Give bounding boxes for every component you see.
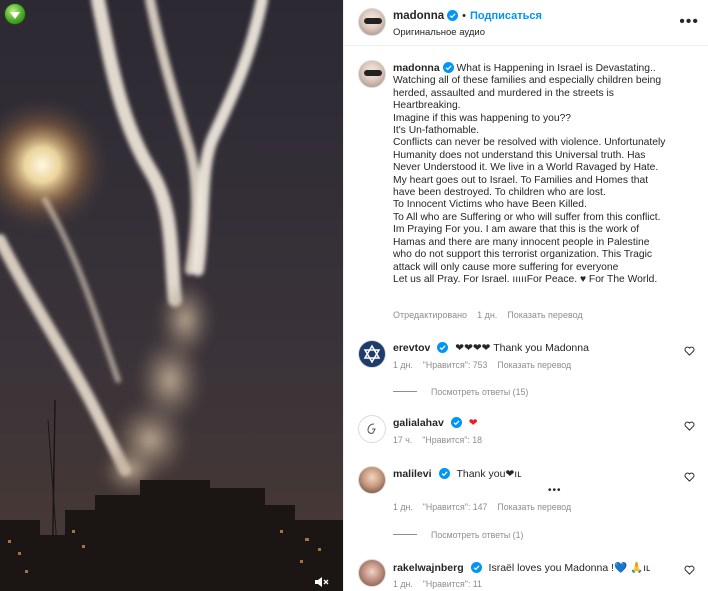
comment-time[interactable]: 17 ч.	[393, 435, 412, 445]
comment-text: ❤❤❤❤ Thank you Madonna	[455, 342, 589, 354]
comment-text: Thank you❤ıʟ	[456, 468, 522, 480]
verified-badge-icon	[450, 417, 462, 428]
comment-time[interactable]: 1 дн.	[393, 502, 413, 512]
star-of-david-icon	[363, 344, 381, 364]
caption-line: have been destroyed. To children who are…	[393, 187, 606, 199]
caption-line: Never Understood it. We live in a World …	[393, 162, 659, 174]
comment-likes[interactable]: "Нравится": 753	[423, 360, 488, 370]
caption-time[interactable]: 1 дн.	[477, 310, 497, 320]
replies-divider	[393, 391, 417, 392]
caption-line: herded, assaulted and murdered in the st…	[393, 87, 614, 99]
caption-line: To Innocent Victims who have Been Killed…	[393, 199, 587, 211]
avatar[interactable]	[358, 340, 386, 368]
avatar[interactable]	[358, 466, 386, 494]
caption-line: Watching all of these families and espec…	[393, 75, 662, 87]
view-replies-label: Посмотреть ответы (15)	[431, 387, 529, 397]
comment-username[interactable]: rakelwajnberg	[393, 562, 464, 574]
comment-username[interactable]: erevtov	[393, 342, 430, 354]
comment-time[interactable]: 1 дн.	[393, 360, 413, 370]
comment-username[interactable]: galialahav	[393, 417, 444, 429]
comment-likes[interactable]: "Нравится": 147	[423, 502, 488, 512]
comment-time[interactable]: 1 дн.	[393, 579, 413, 589]
comment-text: Israël loves you Madonna !💙 🙏ıʟ	[488, 562, 651, 574]
caption-line: Let us all Pray. For Israel. ıııııFor Pe…	[393, 273, 658, 285]
author-username[interactable]: madonna	[393, 10, 444, 22]
translate-link[interactable]: Показать перевод	[497, 360, 571, 370]
post-details-panel: madonna • Подписаться Оригинальное аудио •…	[343, 0, 708, 591]
rocket-night-sky-image	[0, 0, 343, 591]
comment-username[interactable]: malilevi	[393, 468, 432, 480]
caption-line: Hamas and there are many innocent people…	[393, 236, 650, 248]
comment-meta: 1 дн. "Нравится": 147 Показать перевод	[393, 502, 581, 512]
post-header: madonna • Подписаться Оригинальное аудио •…	[344, 0, 708, 46]
galia-logo-icon	[367, 423, 376, 434]
avatar[interactable]	[358, 60, 386, 88]
verified-badge-icon	[470, 562, 482, 573]
heart-outline-icon[interactable]	[684, 346, 695, 356]
view-replies-label: Посмотреть ответы (1)	[431, 530, 524, 540]
heart-outline-icon[interactable]	[684, 421, 695, 431]
comment-body: galialahav ❤	[393, 417, 478, 429]
caption-text: madonna What is Happening in Israel is D…	[393, 62, 698, 286]
verified-badge-icon	[447, 10, 459, 21]
view-replies-button[interactable]: Посмотреть ответы (15)	[393, 387, 528, 397]
caption-line: Conflicts can never be resolved with vio…	[393, 137, 666, 149]
caption-line: attack will only cause more suffering fo…	[393, 261, 619, 273]
comment-text: ❤	[468, 417, 478, 429]
comment-meta: 17 ч. "Нравится": 18	[393, 435, 492, 445]
comment-item: rakelwajnberg Israël loves you Madonna !…	[358, 559, 703, 591]
heart-outline-icon[interactable]	[684, 565, 695, 575]
comment-body: rakelwajnberg Israël loves you Madonna !…	[393, 561, 650, 574]
comment-body: malilevi Thank you❤ıʟ	[393, 468, 521, 480]
header-user-line: madonna • Подписаться	[393, 10, 542, 22]
caption-line: Heartbreaking.	[393, 100, 461, 112]
caption-line: Imagine if this was happening to you??	[393, 112, 572, 124]
comment-meta: 1 дн. "Нравится": 11	[393, 579, 492, 589]
replies-divider	[393, 534, 417, 535]
comment-likes[interactable]: "Нравится": 18	[422, 435, 482, 445]
comment-body: erevtov ❤❤❤❤ Thank you Madonna	[393, 342, 589, 354]
audio-label[interactable]: Оригинальное аудио	[393, 27, 485, 38]
caption-username[interactable]: madonna	[393, 62, 440, 74]
more-options-button[interactable]: •••	[679, 13, 699, 31]
translate-link[interactable]: Показать перевод	[497, 502, 571, 512]
caption-line: My heart goes out to Israel. To Families…	[393, 174, 649, 186]
verified-badge-icon	[438, 468, 450, 479]
edited-label: Отредактировано	[393, 310, 468, 320]
view-replies-button[interactable]: Посмотреть ответы (1)	[393, 530, 523, 540]
comment-item: erevtov ❤❤❤❤ Thank you Madonna 1 дн. "Нра…	[358, 340, 703, 400]
caption-line: madonna What is Happening in Israel is D…	[393, 62, 698, 75]
caption-line-text: What is Happening in Israel is Devastati…	[456, 63, 656, 74]
heart-outline-icon[interactable]	[684, 472, 695, 482]
verified-badge-icon	[437, 342, 449, 353]
speaker-muted-icon[interactable]	[313, 575, 329, 589]
avatar[interactable]	[358, 8, 386, 36]
avatar[interactable]	[358, 559, 386, 587]
verified-badge-icon	[442, 62, 454, 73]
avatar[interactable]	[358, 415, 386, 443]
caption-meta: Отредактировано 1 дн. Показать перевод	[393, 310, 593, 320]
comment-meta: 1 дн. "Нравится": 753 Показать перевод	[393, 360, 581, 370]
follow-button[interactable]: Подписаться	[470, 10, 542, 22]
caption-line: It's Un-fathomable.	[393, 125, 480, 137]
separator-dot: •	[462, 10, 466, 22]
translate-link[interactable]: Показать перевод	[507, 310, 582, 320]
caption-line: To All who are Suffering or who will suf…	[393, 211, 661, 223]
caption-line: who do not support this terrorist organi…	[393, 249, 653, 261]
comment-likes[interactable]: "Нравится": 11	[423, 579, 482, 589]
comment-item: galialahav ❤ 17 ч. "Нравится": 18	[358, 415, 703, 449]
caption-line: Humanity does not understand this Univer…	[393, 149, 646, 161]
green-extension-icon[interactable]	[4, 3, 26, 25]
post-viewer: madonna • Подписаться Оригинальное аудио •…	[0, 0, 708, 591]
caption-line: Im Praying For you. I am aware that this…	[393, 224, 640, 236]
comment-item: malilevi Thank you❤ıʟ ••• 1 дн. "Нравится…	[358, 466, 703, 546]
comment-options-button[interactable]: •••	[548, 485, 562, 496]
post-media[interactable]	[0, 0, 343, 591]
